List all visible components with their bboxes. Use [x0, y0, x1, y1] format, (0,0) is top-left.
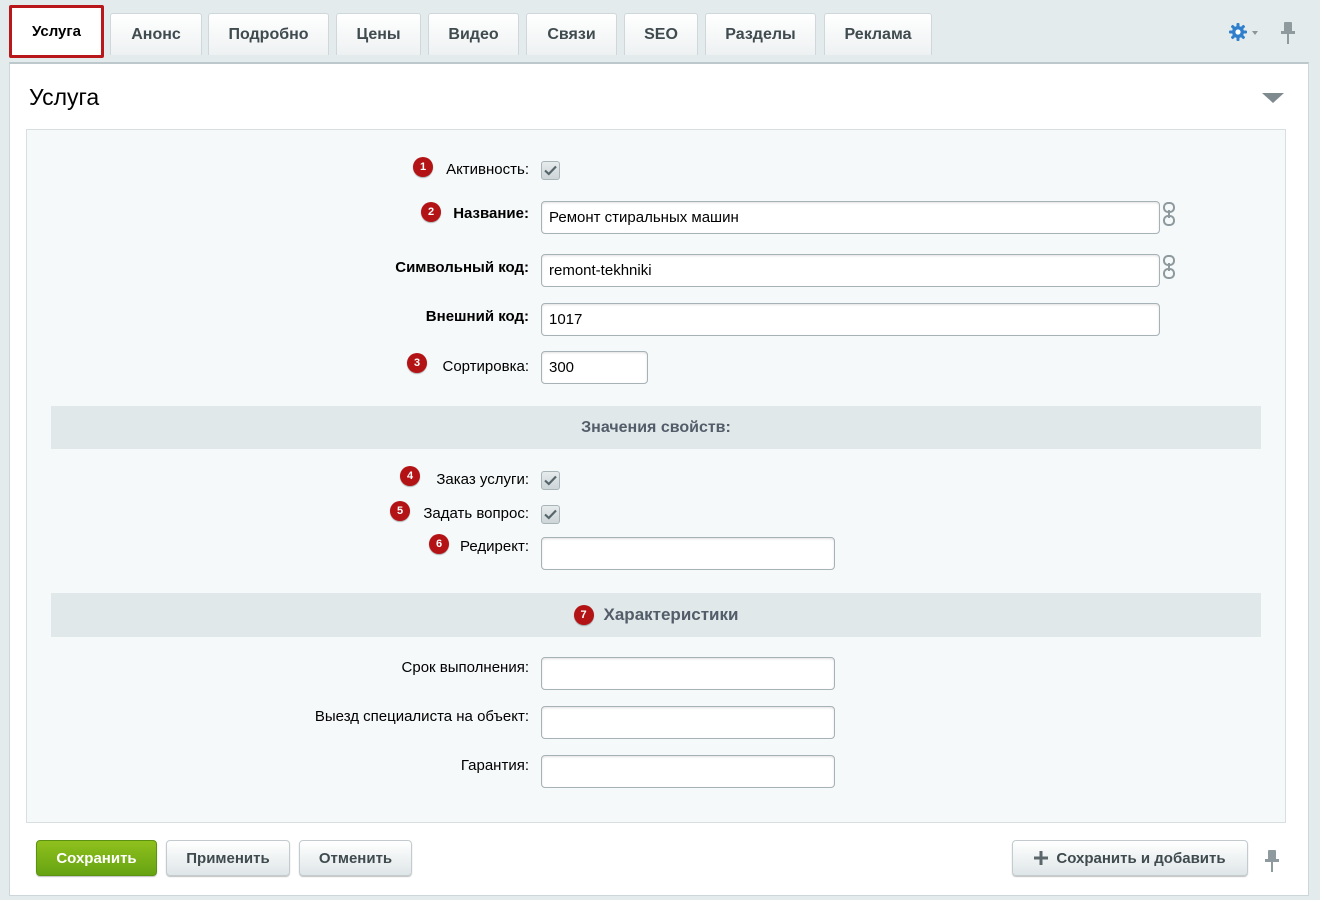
save-and-add-label: Сохранить и добавить [1056, 849, 1226, 867]
visit-label: Выезд специалиста на объект: [314, 708, 529, 725]
external-code-label: Внешний код: [425, 308, 529, 325]
form-area: 1 Активность: 2 Название: Символьный код… [26, 129, 1286, 823]
step-badge-4: 4 [400, 466, 420, 486]
sort-label: Сортировка: [442, 358, 530, 375]
pin-icon[interactable] [1277, 20, 1299, 46]
footer-pin-icon[interactable] [1262, 848, 1282, 874]
tab-service[interactable]: Услуга [9, 5, 104, 58]
checkmark-icon [544, 509, 557, 520]
link-chain-icon[interactable] [1162, 254, 1176, 280]
order-label: Заказ услуги: [436, 471, 529, 488]
sort-input[interactable] [541, 351, 648, 384]
active-checkbox[interactable] [541, 161, 560, 180]
term-input[interactable] [541, 657, 835, 690]
gear-icon[interactable] [1222, 20, 1262, 44]
properties-header: Значения свойств: [51, 406, 1261, 449]
step-badge-5: 5 [390, 501, 410, 521]
tab-bar: Услуга Анонс Подробно Цены Видео Связи S… [0, 0, 1320, 62]
tab-prices[interactable]: Цены [336, 13, 421, 55]
code-input[interactable] [541, 254, 1160, 287]
cancel-button[interactable]: Отменить [299, 840, 412, 876]
name-label: Название: [453, 205, 529, 222]
save-and-add-button[interactable]: Сохранить и добавить [1012, 840, 1248, 876]
link-chain-icon[interactable] [1162, 201, 1176, 227]
term-label: Срок выполнения: [401, 659, 529, 676]
plus-icon [1034, 851, 1049, 865]
question-label: Задать вопрос: [423, 505, 529, 522]
warranty-label: Гарантия: [460, 757, 529, 774]
tab-announce[interactable]: Анонс [110, 13, 202, 55]
redirect-label: Редирект: [460, 538, 529, 555]
step-badge-3: 3 [407, 353, 427, 373]
edit-panel: Услуга 1 Активность: 2 Название: Символь… [9, 62, 1309, 896]
step-badge-6: 6 [429, 534, 449, 554]
collapse-arrow-icon[interactable] [1262, 93, 1284, 103]
visit-input[interactable] [541, 706, 835, 739]
tab-links[interactable]: Связи [526, 13, 617, 55]
save-button[interactable]: Сохранить [36, 840, 157, 876]
step-badge-2: 2 [421, 202, 441, 222]
warranty-input[interactable] [541, 755, 835, 788]
tab-ads[interactable]: Реклама [824, 13, 932, 55]
tab-seo[interactable]: SEO [624, 13, 698, 55]
step-badge-7: 7 [573, 605, 594, 625]
code-label: Символьный код: [395, 259, 529, 276]
checkmark-icon [544, 165, 557, 176]
question-checkbox[interactable] [541, 505, 560, 524]
apply-button[interactable]: Применить [166, 840, 290, 876]
tab-details[interactable]: Подробно [208, 13, 329, 55]
section-title: Услуга [29, 84, 100, 110]
checkmark-icon [544, 475, 557, 486]
name-input[interactable] [541, 201, 1160, 234]
tab-video[interactable]: Видео [428, 13, 519, 55]
step-badge-1: 1 [413, 157, 433, 177]
redirect-input[interactable] [541, 537, 835, 570]
active-label: Активность: [446, 161, 529, 178]
external-code-input[interactable] [541, 303, 1160, 336]
characteristics-title: Характеристики [603, 605, 739, 624]
order-checkbox[interactable] [541, 471, 560, 490]
characteristics-header: 7 Характеристики [51, 593, 1261, 637]
tab-sections[interactable]: Разделы [705, 13, 816, 55]
